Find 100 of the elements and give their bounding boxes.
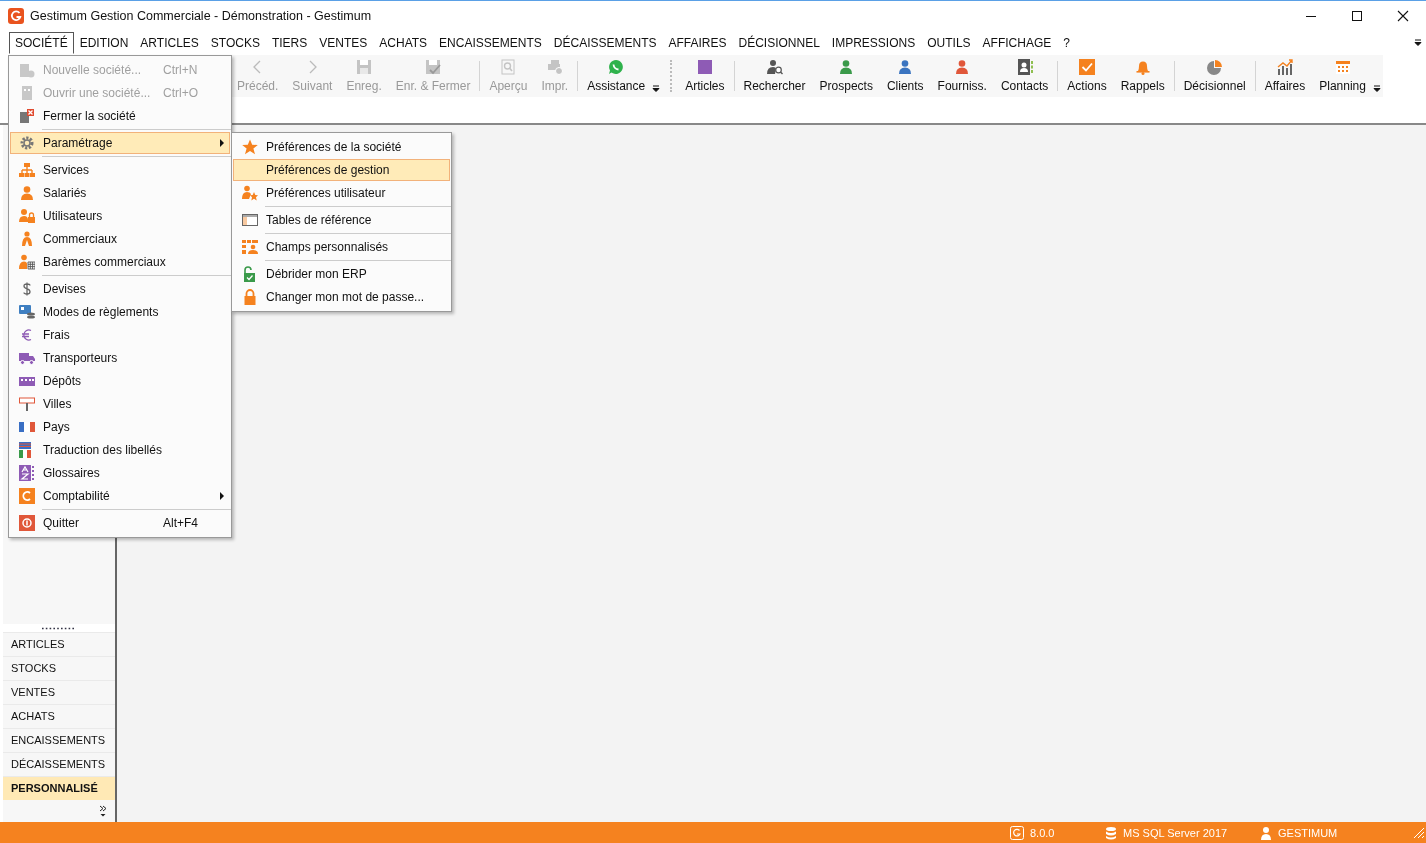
shortcut-label: Ctrl+O — [163, 86, 199, 100]
sidebar-item[interactable]: PERSONNALISÉ — [3, 776, 115, 800]
maximize-icon — [1349, 8, 1365, 24]
person-icon — [19, 185, 35, 201]
sidebar-item[interactable]: STOCKS — [3, 656, 115, 680]
menu-item[interactable]: Transporteurs — [10, 347, 230, 369]
building-icon — [19, 85, 35, 101]
menu-item[interactable]: OUTILS — [921, 32, 977, 54]
sidebar-item[interactable]: ACHATS — [3, 704, 115, 728]
menu-item[interactable]: Villes — [10, 393, 230, 415]
menu-item[interactable]: Barèmes commerciaux — [10, 251, 230, 273]
person-icon — [838, 59, 855, 75]
menu-item[interactable]: Dépôts — [10, 370, 230, 392]
magnifier-page-icon — [500, 59, 517, 75]
menu-item[interactable]: Salariés — [10, 182, 230, 204]
menu-item[interactable]: Fermer la société — [10, 105, 230, 127]
database-label: MS SQL Server 2017 — [1123, 826, 1228, 839]
window-title: Gestimum Gestion Commerciale - Démonstration - Gestimum — [30, 9, 373, 23]
database-icon — [1105, 825, 1117, 840]
menu-item[interactable]: ENCAISSEMENTS — [433, 32, 548, 54]
building-cross-icon — [19, 108, 35, 124]
menu-item[interactable]: Comptabilité — [10, 485, 230, 507]
menu-item[interactable]: Pays — [10, 416, 230, 438]
toolbar-button[interactable]: Articles — [678, 55, 732, 97]
menu-item[interactable]: Utilisateurs — [10, 205, 230, 227]
submenu-arrow-icon — [219, 492, 225, 500]
menu-item[interactable]: ? — [1057, 32, 1076, 54]
menu-item[interactable]: IMPRESSIONS — [825, 32, 922, 54]
menu-item[interactable]: Paramétrage — [10, 132, 230, 154]
toolbar-button[interactable]: Actions — [1060, 55, 1114, 97]
toolbar-button[interactable]: Rappels — [1113, 55, 1172, 97]
person-lock-icon — [19, 208, 35, 224]
menu-item[interactable]: ACHATS — [373, 32, 434, 54]
overflow-caret-icon — [652, 85, 661, 93]
toolbar-button[interactable]: Assistance — [580, 55, 653, 97]
menu-item[interactable]: Champs personnalisés — [233, 236, 450, 258]
person-icon — [897, 59, 914, 75]
toolbar-button[interactable]: Contacts — [993, 55, 1056, 97]
grip-dots-icon — [41, 627, 77, 630]
gear-icon — [19, 135, 35, 151]
menu-item[interactable]: AFFICHAGE — [976, 32, 1058, 54]
toolbar-button[interactable]: Affaires — [1257, 55, 1313, 97]
menu-item[interactable]: Préférences de gestion — [233, 159, 450, 181]
chat-bubble-icon — [608, 59, 625, 75]
menu-item[interactable]: ARTICLES — [134, 32, 205, 54]
menu-item[interactable]: Modes de règlements — [10, 301, 230, 323]
close-icon — [1395, 8, 1411, 24]
toolbar-button[interactable]: Clients — [879, 55, 931, 97]
org-chart-icon — [19, 162, 35, 178]
glossary-icon — [19, 465, 35, 481]
floppy-check-icon — [425, 59, 442, 75]
accounting-icon — [19, 488, 35, 504]
menu-item[interactable]: SOCIÉTÉ — [9, 32, 74, 54]
shortcut-label: Ctrl+N — [163, 63, 199, 77]
toolbar-button[interactable]: Décisionnel — [1176, 55, 1253, 97]
menu-item[interactable]: Quitter Alt+F4 — [10, 512, 230, 534]
menu-item[interactable]: Préférences utilisateur — [233, 182, 450, 204]
app-logo-icon — [8, 8, 24, 24]
app-logo-icon — [1010, 825, 1024, 840]
menu-item[interactable]: Débrider mon ERP — [233, 263, 450, 285]
padlock-icon — [242, 289, 258, 305]
toolbar-button[interactable]: Fourniss. — [930, 55, 994, 97]
toolbar-button[interactable]: Prospects — [812, 55, 880, 97]
menu-item[interactable]: AFFAIRES — [662, 32, 733, 54]
menu-item[interactable]: Préférences de la société — [233, 136, 450, 158]
expand-chevrons-icon — [99, 805, 107, 817]
toolbar-button[interactable]: Planning — [1312, 55, 1373, 97]
menu-item[interactable]: Commerciaux — [10, 228, 230, 250]
menu-item[interactable]: DÉCISIONNEL — [732, 32, 826, 54]
sidebar-item[interactable]: VENTES — [3, 680, 115, 704]
person-grid-icon — [19, 254, 35, 270]
toolbar-button[interactable]: Rechercher — [736, 55, 813, 97]
person-star-icon — [242, 185, 258, 201]
contact-card-icon — [1016, 59, 1033, 75]
star-icon — [242, 139, 258, 155]
payment-card-icon — [19, 304, 35, 320]
truck-icon — [19, 350, 35, 366]
menu-item[interactable]: STOCKS — [204, 32, 266, 54]
menu-item[interactable]: EDITION — [73, 32, 135, 54]
submenu-arrow-icon — [219, 139, 225, 147]
pie-chart-icon — [1206, 59, 1223, 75]
sidebar-item[interactable]: ARTICLES — [3, 632, 115, 656]
version-label: 8.0.0 — [1030, 826, 1055, 839]
person-search-icon — [766, 59, 783, 75]
menu-item[interactable]: Services — [10, 159, 230, 181]
table-window-icon — [242, 212, 258, 228]
menu-item[interactable]: Changer mon mot de passe... — [233, 286, 450, 308]
menu-item[interactable]: Traduction des libellés — [10, 439, 230, 461]
sidebar-item[interactable]: ENCAISSEMENTS — [3, 728, 115, 752]
menu-item[interactable]: Glossaires — [10, 462, 230, 484]
menu-item[interactable]: VENTES — [313, 32, 374, 54]
menu-item[interactable]: TIERS — [265, 32, 314, 54]
menu-item[interactable]: Tables de référence — [233, 209, 450, 231]
open-padlock-icon — [242, 266, 258, 282]
power-icon — [19, 515, 35, 531]
overflow-caret-icon — [1414, 39, 1422, 47]
menu-item[interactable]: Devises — [10, 278, 230, 300]
menu-item[interactable]: Frais — [10, 324, 230, 346]
flag-icon — [19, 419, 35, 435]
menu-item[interactable]: DÉCAISSEMENTS — [547, 32, 663, 54]
